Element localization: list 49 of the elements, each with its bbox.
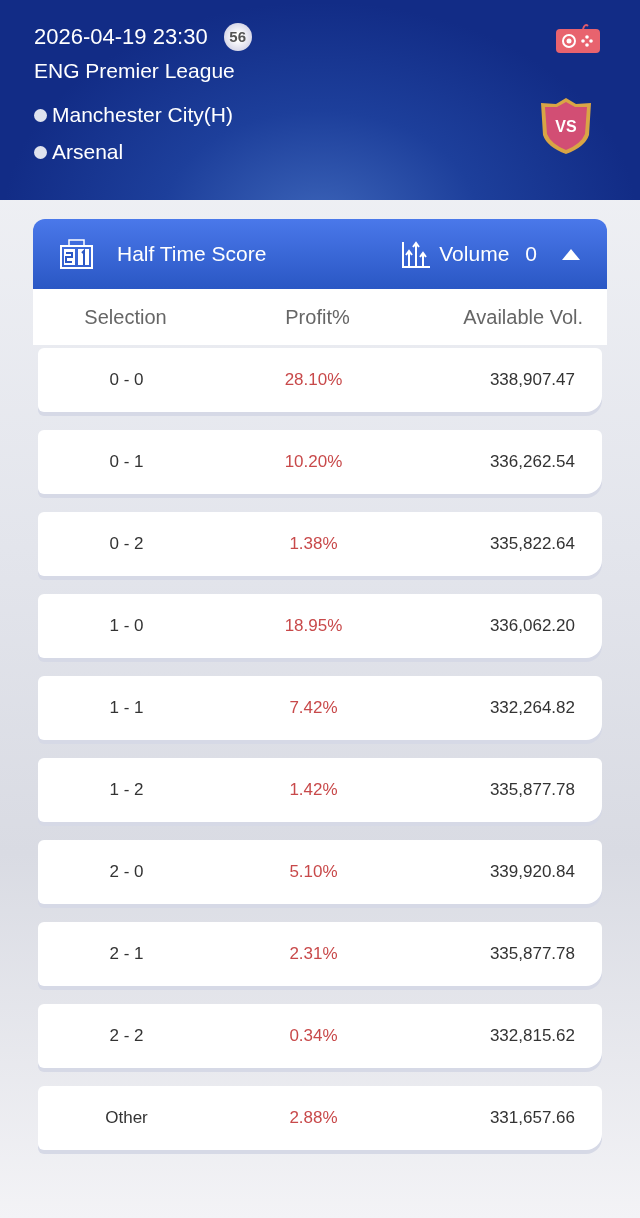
bullet-icon (34, 145, 47, 159)
bar-chart-icon (401, 240, 432, 268)
profit-cell-text: 2.31% (288, 943, 339, 966)
count-badge: 56 (223, 23, 252, 51)
volume-value: 0 (525, 241, 537, 268)
profit-cell-text: 5.10% (288, 861, 339, 884)
selection-cell-text: 2 - 0 (108, 861, 145, 884)
volume-cell-text: 335,877.78 (488, 779, 576, 802)
profit-cell-text: 7.42% (288, 697, 339, 720)
market-title: Half Time Score (117, 241, 267, 268)
profit-cell-text: 18.95% (283, 615, 344, 638)
selection-cell-text: 1 - 0 (108, 615, 145, 638)
selection-cell-text: 0 - 2 (108, 533, 145, 556)
vs-shield: VS (539, 97, 593, 155)
volume-cell-text: 332,264.82 (488, 697, 576, 720)
match-datetime: 2026-04-19 23:30 (34, 23, 208, 51)
profit-cell-text: 1.38% (288, 533, 339, 556)
profit-cell-text: 1.42% (288, 779, 339, 802)
volume-cell-text: 331,657.66 (488, 1107, 576, 1130)
selection-cell-text: 0 - 1 (108, 451, 145, 474)
collapse-caret-icon[interactable] (561, 247, 581, 261)
league-name: ENG Premier League (34, 58, 236, 84)
column-header: Selection (83, 305, 168, 330)
volume-cell-text: 335,877.78 (488, 943, 576, 966)
volume-cell-text: 338,907.47 (488, 369, 576, 392)
volume-cell-text: 335,822.64 (488, 533, 576, 556)
gamepad-icon[interactable] (555, 22, 601, 54)
team-name: Manchester City(H) (52, 102, 233, 128)
profit-cell-text: 0.34% (288, 1025, 339, 1048)
volume-cell-text: 336,062.20 (488, 615, 576, 638)
selection-cell-text: 1 - 1 (108, 697, 145, 720)
selection-cell-text: 1 - 2 (108, 779, 145, 802)
volume-cell-text: 339,920.84 (488, 861, 576, 884)
profit-cell-text: 2.88% (288, 1107, 339, 1130)
team-name: Arsenal (52, 139, 124, 165)
volume-label: Volume (439, 241, 510, 268)
volume-cell-text: 336,262.54 (488, 451, 576, 474)
bullet-icon (34, 108, 47, 122)
profit-cell-text: 28.10% (283, 369, 344, 392)
profit-cell-text: 10.20% (283, 451, 344, 474)
selection-cell-text: 0 - 0 (108, 369, 145, 392)
column-header: Available Vol. (462, 305, 584, 330)
column-header: Profit% (284, 305, 351, 330)
selection-cell-text: 2 - 1 (108, 943, 145, 966)
scoreboard-icon (60, 239, 93, 269)
volume-cell-text: 332,815.62 (488, 1025, 576, 1048)
market-header[interactable]: Half Time Score Volume 0 (33, 219, 607, 289)
selection-cell-text: Other (104, 1107, 149, 1130)
selection-cell-text: 2 - 2 (108, 1025, 145, 1048)
